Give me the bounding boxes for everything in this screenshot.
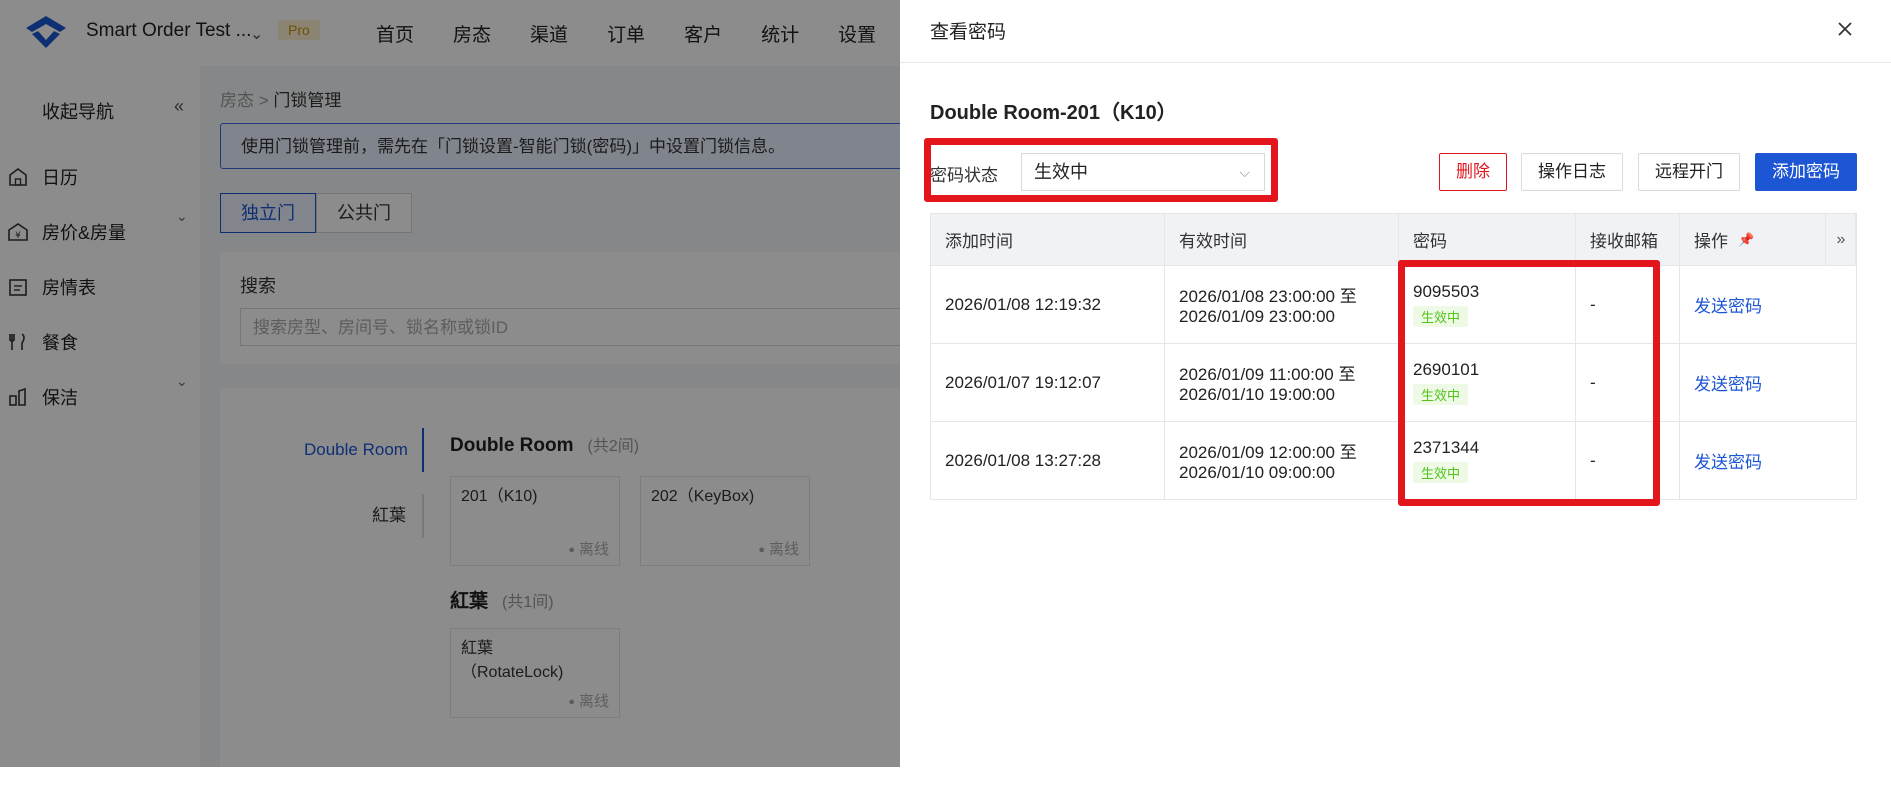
valid-to: 2026/01/10 19:00:00 bbox=[1179, 385, 1335, 404]
password-value: 2690101 bbox=[1413, 360, 1480, 379]
close-icon[interactable] bbox=[1830, 14, 1860, 44]
header-action-label: 操作 bbox=[1694, 232, 1728, 251]
table-row: 2026/01/08 13:27:28 2026/01/09 12:00:00 … bbox=[931, 422, 1856, 499]
cell-email: - bbox=[1576, 266, 1680, 343]
modal-overlay[interactable] bbox=[0, 0, 900, 767]
room-heading: Double Room-201（K10） bbox=[930, 102, 1177, 124]
cell-email: - bbox=[1576, 344, 1680, 421]
valid-from: 2026/01/09 12:00:00 至 bbox=[1179, 443, 1357, 462]
status-badge: 生效中 bbox=[1413, 462, 1469, 483]
drawer-header: 查看密码 bbox=[900, 0, 1891, 63]
cell-password: 2690101 生效中 bbox=[1399, 344, 1576, 421]
valid-from: 2026/01/09 11:00:00 至 bbox=[1179, 365, 1356, 384]
cell-valid-time: 2026/01/09 11:00:00 至 2026/01/10 19:00:0… bbox=[1165, 344, 1399, 421]
cell-email: - bbox=[1576, 422, 1680, 499]
password-status-select[interactable]: 生效中 ⌵ bbox=[1021, 153, 1265, 191]
valid-from: 2026/01/08 23:00:00 至 bbox=[1179, 287, 1357, 306]
valid-to: 2026/01/10 09:00:00 bbox=[1179, 463, 1335, 482]
table-row: 2026/01/07 19:12:07 2026/01/09 11:00:00 … bbox=[931, 344, 1856, 422]
cell-password: 9095503 生效中 bbox=[1399, 266, 1576, 343]
valid-to: 2026/01/09 23:00:00 bbox=[1179, 307, 1335, 326]
cell-added-time: 2026/01/08 13:27:28 bbox=[931, 422, 1165, 499]
cell-valid-time: 2026/01/08 23:00:00 至 2026/01/09 23:00:0… bbox=[1165, 266, 1399, 343]
cell-added-time: 2026/01/07 19:12:07 bbox=[931, 344, 1165, 421]
cell-valid-time: 2026/01/09 12:00:00 至 2026/01/10 09:00:0… bbox=[1165, 422, 1399, 499]
status-badge: 生效中 bbox=[1413, 384, 1469, 405]
chevron-down-icon: ⌵ bbox=[1239, 164, 1250, 180]
password-value: 9095503 bbox=[1413, 282, 1480, 301]
add-password-button[interactable]: 添加密码 bbox=[1755, 153, 1857, 191]
cell-action: 发送密码 bbox=[1680, 344, 1856, 421]
password-value: 2371344 bbox=[1413, 438, 1480, 457]
header-password: 密码 bbox=[1399, 214, 1576, 265]
header-email: 接收邮箱 bbox=[1576, 214, 1680, 265]
operation-log-button[interactable]: 操作日志 bbox=[1521, 153, 1623, 191]
password-status-value: 生效中 bbox=[1034, 162, 1088, 182]
send-password-link[interactable]: 发送密码 bbox=[1694, 370, 1856, 395]
header-valid-time: 有效时间 bbox=[1165, 214, 1399, 265]
table-header: 添加时间 有效时间 密码 接收邮箱 操作 📌 » bbox=[931, 214, 1856, 266]
password-status-label: 密码状态 bbox=[930, 166, 998, 185]
cell-action: 发送密码 bbox=[1680, 422, 1856, 499]
remote-open-button[interactable]: 远程开门 bbox=[1638, 153, 1740, 191]
header-added-time: 添加时间 bbox=[931, 214, 1165, 265]
drawer-title: 查看密码 bbox=[930, 22, 1007, 43]
send-password-link[interactable]: 发送密码 bbox=[1694, 292, 1856, 317]
double-chevron-right-icon[interactable]: » bbox=[1825, 214, 1856, 265]
cell-action: 发送密码 bbox=[1680, 266, 1856, 343]
view-password-drawer: 查看密码 Double Room-201（K10） 密码状态 生效中 ⌵ 删除 … bbox=[900, 0, 1891, 767]
password-table: 添加时间 有效时间 密码 接收邮箱 操作 📌 » 2026/01/08 12:1… bbox=[930, 213, 1857, 500]
delete-button[interactable]: 删除 bbox=[1439, 153, 1507, 191]
pin-icon[interactable]: 📌 bbox=[1738, 232, 1754, 248]
send-password-link[interactable]: 发送密码 bbox=[1694, 448, 1856, 473]
cell-added-time: 2026/01/08 12:19:32 bbox=[931, 266, 1165, 343]
cell-password: 2371344 生效中 bbox=[1399, 422, 1576, 499]
status-badge: 生效中 bbox=[1413, 306, 1469, 327]
table-row: 2026/01/08 12:19:32 2026/01/08 23:00:00 … bbox=[931, 266, 1856, 344]
